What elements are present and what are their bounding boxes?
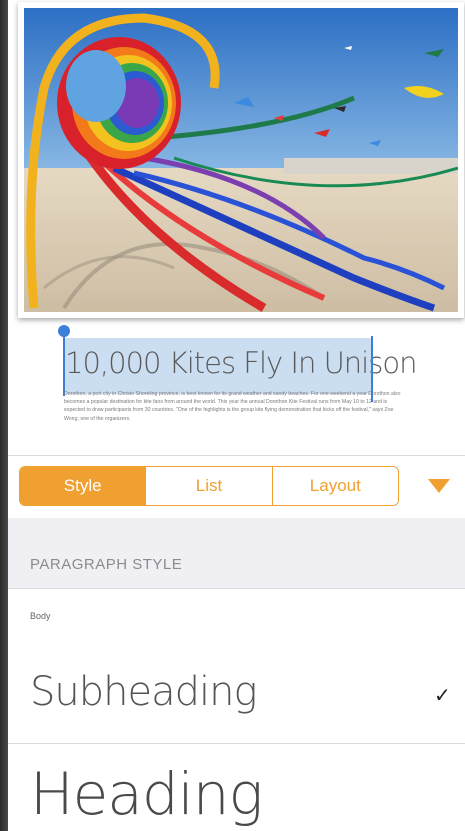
checkmark-icon: ✓ [434, 685, 451, 707]
document-body-text[interactable]: Dorothon, a port city in Christo Shoreli… [64, 390, 409, 423]
document-title[interactable]: 10,000 Kites Fly In Unison [65, 346, 417, 380]
style-option-heading[interactable]: Heading [8, 744, 465, 831]
style-option-body[interactable]: Body [8, 588, 465, 650]
document-canvas[interactable]: 10,000 Kites Fly In Unison Dorothon, a p… [8, 0, 465, 455]
selection-start-handle[interactable] [58, 325, 70, 396]
tab-list[interactable]: List [145, 467, 272, 505]
style-option-label: Body [30, 611, 51, 621]
title-selection[interactable]: 10,000 Kites Fly In Unison [58, 325, 417, 402]
tab-layout[interactable]: Layout [271, 467, 398, 505]
photo-frame[interactable] [18, 2, 464, 318]
style-option-label: Heading [30, 760, 263, 828]
format-tabs: Style List Layout [19, 466, 399, 506]
app-screen: 10,000 Kites Fly In Unison Dorothon, a p… [8, 0, 465, 831]
kite-photo-image [24, 8, 458, 312]
style-option-label: Subheading [30, 669, 257, 715]
kite-photo[interactable] [24, 8, 458, 312]
selection-start-knob[interactable] [58, 325, 70, 337]
format-toolbar: Style List Layout [8, 455, 465, 519]
style-option-subheading[interactable]: Subheading ✓ [8, 649, 465, 744]
paragraph-style-header: PARAGRAPH STYLE [8, 518, 465, 588]
triangle-down-icon[interactable] [428, 479, 450, 493]
section-title: PARAGRAPH STYLE [30, 556, 183, 573]
tab-style[interactable]: Style [20, 467, 146, 505]
device-edge [0, 0, 8, 831]
